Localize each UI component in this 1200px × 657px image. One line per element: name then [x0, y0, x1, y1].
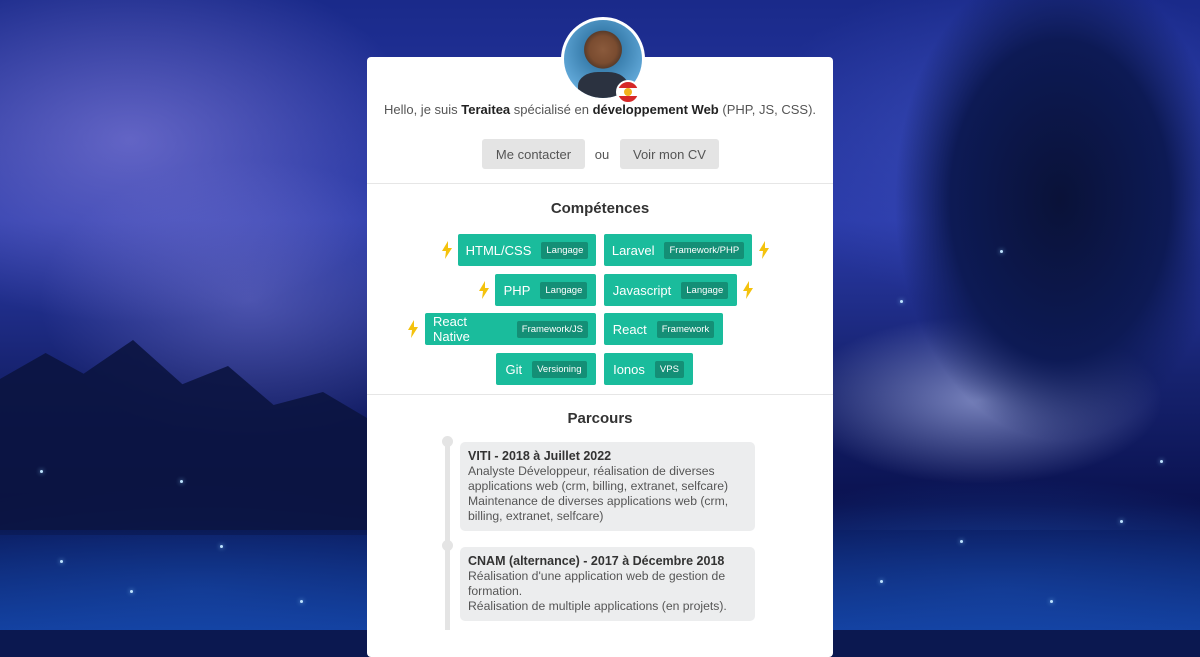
skill-name: React Native	[433, 314, 470, 344]
skill-php: PHP Langage	[495, 274, 596, 306]
firefly	[960, 540, 963, 543]
skill-tag: Framework/JS	[516, 320, 588, 338]
intro-middle: spécialisé en	[510, 102, 593, 117]
firefly	[180, 480, 183, 483]
skill-tag: Langage	[541, 241, 589, 259]
lightning-icon	[479, 281, 489, 299]
skill-laravel: Laravel Framework/PHP	[604, 234, 752, 266]
lightning-icon	[442, 241, 452, 259]
skill-javascript: Javascript Langage	[604, 274, 737, 306]
entry-line: Analyste Développeur, réalisation de div…	[468, 464, 729, 493]
skill-name: React	[612, 321, 647, 337]
divider	[367, 394, 833, 395]
firefly	[300, 600, 303, 603]
profile-specialty: développement Web	[592, 102, 719, 117]
skill-tag: Langage	[681, 281, 729, 299]
timeline-line	[445, 440, 450, 630]
firefly	[1050, 600, 1053, 603]
timeline-dot	[442, 540, 453, 551]
entry-line: Réalisation de multiple applications (en…	[468, 599, 727, 613]
firefly	[900, 300, 903, 303]
firefly	[130, 590, 133, 593]
contact-button[interactable]: Me contacter	[482, 139, 585, 169]
skill-name: PHP	[503, 282, 531, 298]
profile-name: Teraitea	[461, 102, 511, 117]
skill-react: React Framework	[604, 313, 723, 345]
entry-title: CNAM (alternance) - 2017 à Décembre 2018	[468, 554, 725, 568]
firefly	[1160, 460, 1163, 463]
lightning-icon	[408, 320, 418, 338]
skill-tag: Versioning	[532, 360, 587, 378]
firefly	[220, 545, 223, 548]
skill-name: HTML/CSS	[465, 242, 532, 258]
right-tree	[830, 0, 1200, 560]
entry-title: VITI - 2018 à Juillet 2022	[468, 449, 612, 463]
skill-ionos: Ionos VPS	[604, 353, 693, 385]
skills-title: Compétences	[550, 200, 650, 217]
skill-tag: VPS	[654, 360, 684, 378]
skill-tag: Langage	[540, 281, 588, 299]
skill-react-native: React Native Framework/JS	[425, 313, 596, 345]
skill-git: Git Versioning	[496, 353, 596, 385]
firefly	[1120, 520, 1123, 523]
flag-icon	[616, 80, 640, 104]
timeline-entry: VITI - 2018 à Juillet 2022 Analyste Déve…	[460, 442, 755, 531]
intro-text: Hello, je suis Teraitea spécialisé en dé…	[367, 102, 833, 117]
firefly	[40, 470, 43, 473]
lightning-icon	[743, 281, 753, 299]
intro-prefix: Hello, je suis	[383, 102, 462, 117]
timeline-entry: CNAM (alternance) - 2017 à Décembre 2018…	[460, 547, 755, 621]
or-text: ou	[594, 146, 610, 162]
firefly	[1000, 250, 1003, 253]
career-title: Parcours	[567, 410, 633, 427]
intro-suffix: (PHP, JS, CSS).	[718, 102, 817, 117]
skill-name: Ionos	[613, 361, 645, 377]
entry-line: Maintenance de diverses applications web…	[468, 494, 729, 523]
firefly	[60, 560, 63, 563]
cv-button[interactable]: Voir mon CV	[620, 139, 719, 169]
lightning-icon	[759, 241, 769, 259]
skill-name: Git	[505, 361, 523, 377]
skill-tag: Framework	[656, 320, 715, 338]
entry-line: Réalisation d'une application web de ges…	[468, 569, 726, 598]
timeline-dot	[442, 436, 453, 447]
skill-name: Laravel	[611, 242, 655, 258]
skill-html-css: HTML/CSS Langage	[458, 234, 596, 266]
skill-name: Javascript	[612, 282, 672, 298]
divider	[367, 183, 833, 184]
firefly	[880, 580, 883, 583]
skill-tag: Framework/PHP	[664, 241, 745, 259]
